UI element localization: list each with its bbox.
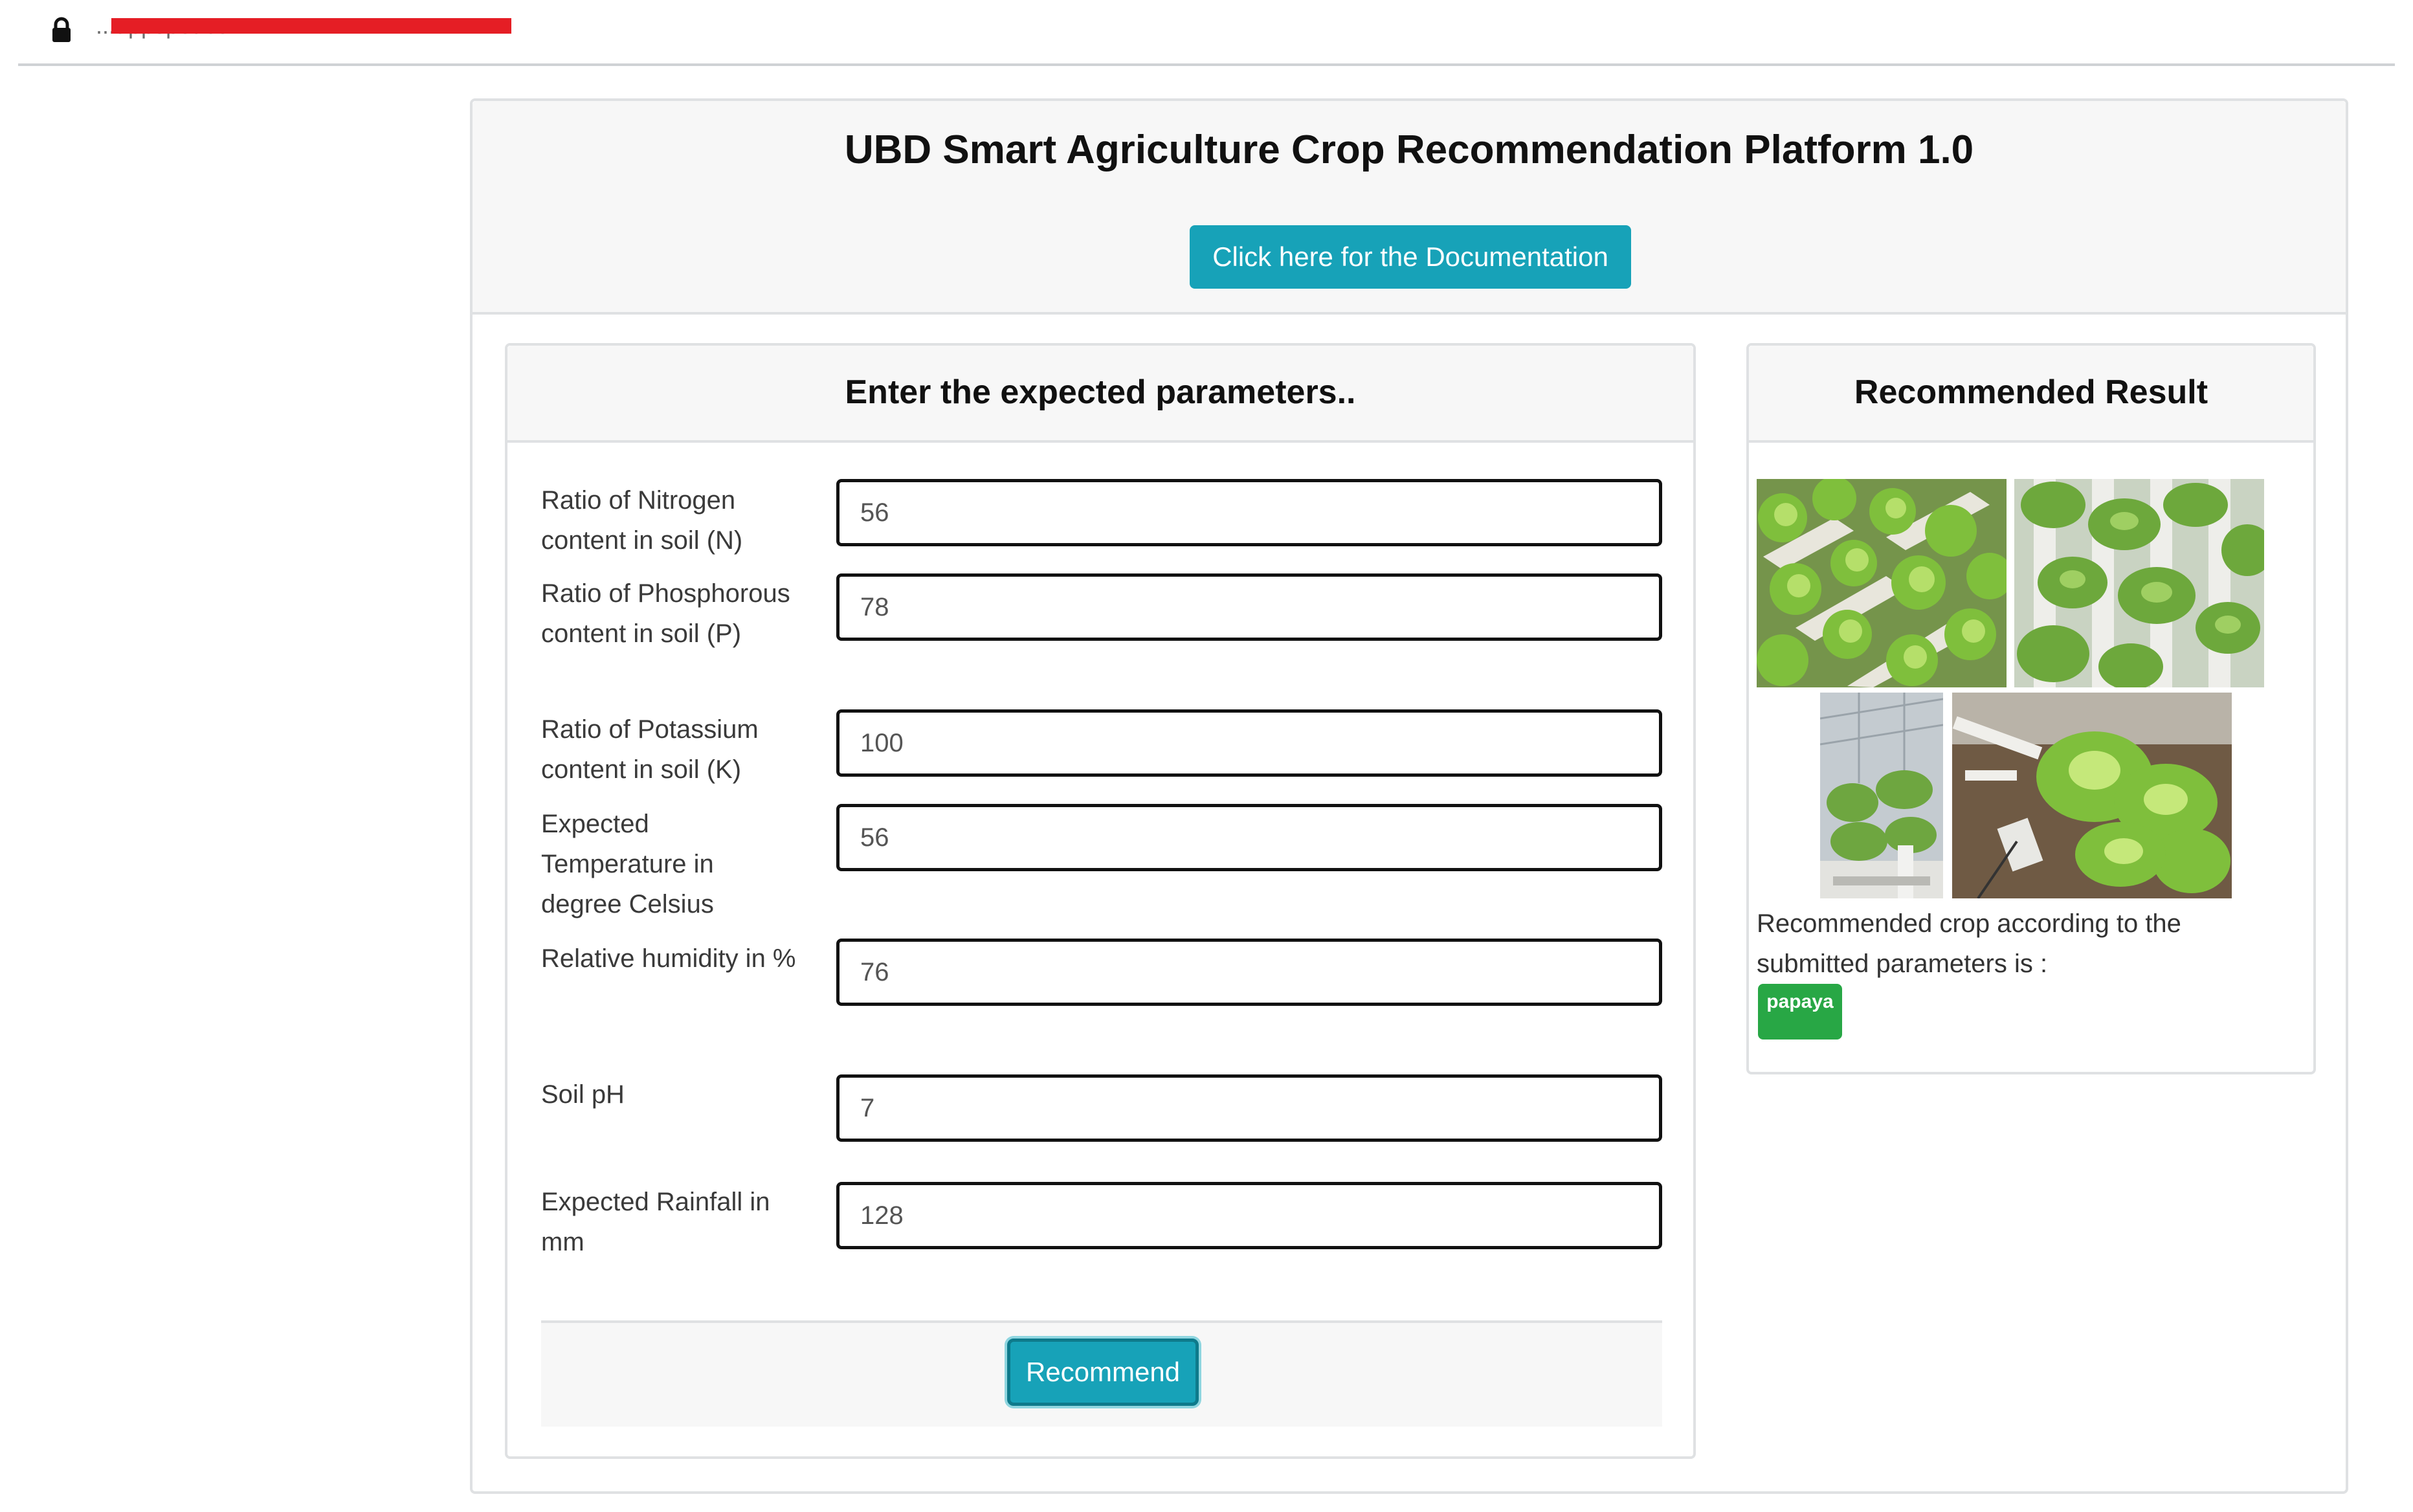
humidity-label: Relative humidity in % xyxy=(541,944,796,973)
crop-badge: papaya xyxy=(1758,984,1842,1040)
nitrogen-label: Ratio of Nitrogen content in soil (N) xyxy=(541,486,743,555)
temperature-input[interactable] xyxy=(836,804,1662,871)
address-bar[interactable]: ...appspot.com xyxy=(18,0,2395,66)
result-title: Recommended Result xyxy=(1854,373,2208,411)
page-title: UBD Smart Agriculture Crop Recommendatio… xyxy=(844,128,1974,172)
hydroponic-lettuce-photo xyxy=(1757,479,2007,687)
rainfall-input[interactable] xyxy=(836,1182,1662,1249)
lock-icon xyxy=(52,17,71,42)
temperature-label: Expected Temperature in degree Celsius xyxy=(541,810,714,918)
greenhouse-tower-photo xyxy=(1820,693,1943,898)
lettuce-sensor-photo xyxy=(1952,693,2232,898)
soil-ph-input[interactable] xyxy=(836,1074,1662,1142)
recommend-button[interactable]: Recommend xyxy=(1007,1339,1199,1406)
result-header: Recommended Result xyxy=(1749,346,2313,443)
potassium-input[interactable] xyxy=(836,709,1662,777)
rainfall-label: Expected Rainfall in mm xyxy=(541,1188,770,1256)
nitrogen-input[interactable] xyxy=(836,479,1662,546)
parameters-title: Enter the expected parameters.. xyxy=(845,373,1356,411)
humidity-input[interactable] xyxy=(836,939,1662,1006)
vertical-farm-photo xyxy=(2014,479,2264,687)
form-footer: Recommend xyxy=(541,1320,1662,1427)
phosphorous-input[interactable] xyxy=(836,573,1662,641)
documentation-button[interactable]: Click here for the Documentation xyxy=(1190,225,1631,289)
result-card: Recommended Result Recommended crop acco… xyxy=(1746,343,2316,1074)
phosphorous-label: Ratio of Phosphorous content in soil (P) xyxy=(541,579,790,648)
result-description: Recommended crop according to the submit… xyxy=(1757,909,2181,978)
parameters-card: Enter the expected parameters.. Ratio of… xyxy=(505,343,1696,1459)
main-header: UBD Smart Agriculture Crop Recommendatio… xyxy=(473,101,2346,315)
parameters-header: Enter the expected parameters.. xyxy=(507,346,1693,443)
soil-ph-label: Soil pH xyxy=(541,1080,625,1109)
redaction-bar xyxy=(111,18,511,34)
potassium-label: Ratio of Potassium content in soil (K) xyxy=(541,715,759,784)
